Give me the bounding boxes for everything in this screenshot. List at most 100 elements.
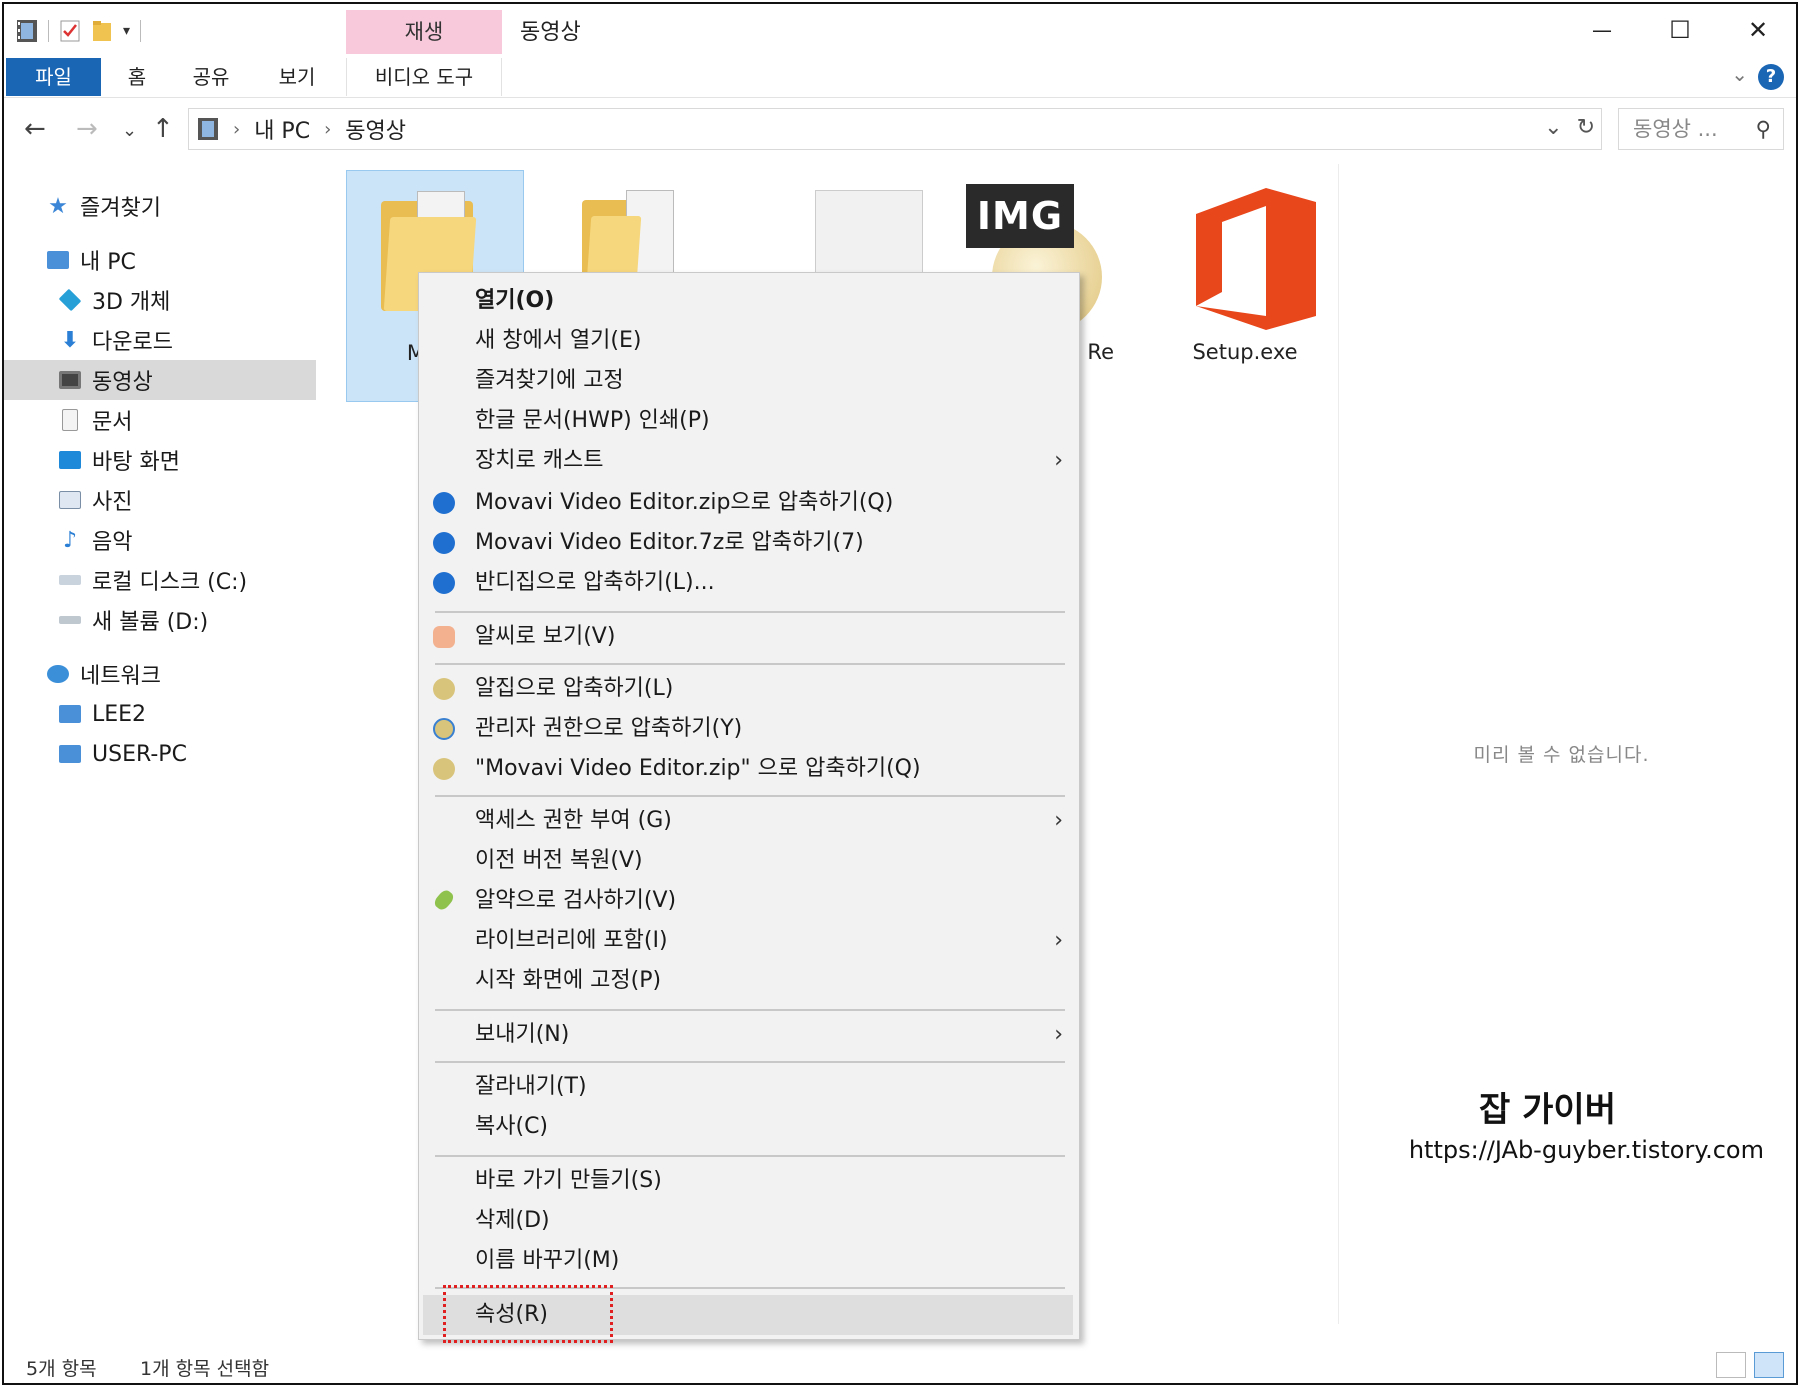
address-dropdown-icon[interactable]: ⌄ xyxy=(1544,115,1562,140)
large-icons-view-icon[interactable] xyxy=(1754,1352,1784,1378)
contextual-tab-play[interactable]: 재생 xyxy=(346,10,502,54)
refresh-icon[interactable]: ↻ xyxy=(1577,115,1595,140)
new-folder-icon[interactable] xyxy=(91,19,113,43)
desktop-icon xyxy=(56,446,84,474)
nav-videos[interactable]: 동영상 xyxy=(4,360,316,400)
nav-3d-objects[interactable]: 3D 개체 xyxy=(4,280,316,320)
menu-item-alzip-admin[interactable]: 관리자 권한으로 압축하기(Y) xyxy=(419,709,1079,749)
nav-label: 바탕 화면 xyxy=(92,450,180,475)
menu-separator xyxy=(435,795,1065,797)
ribbon-expand-icon[interactable]: ⌄ xyxy=(1731,62,1748,86)
nav-network-lee2[interactable]: LEE2 xyxy=(4,694,316,734)
close-icon: ✕ xyxy=(1747,16,1769,44)
menu-item-hwp-print[interactable]: 한글 문서(HWP) 인쇄(P) xyxy=(419,401,1079,441)
minimize-icon: — xyxy=(1592,18,1612,42)
menu-item-include-library[interactable]: 라이브러리에 포함(I) › xyxy=(419,921,1079,961)
nav-desktop[interactable]: 바탕 화면 xyxy=(4,440,316,480)
details-view-icon[interactable] xyxy=(1716,1352,1746,1378)
menu-item-create-shortcut[interactable]: 바로 가기 만들기(S) xyxy=(419,1161,1079,1201)
nav-label: 문서 xyxy=(92,410,133,435)
video-folder-icon xyxy=(198,118,218,140)
tab-file[interactable]: 파일 xyxy=(6,58,101,96)
minimize-button[interactable]: — xyxy=(1572,10,1632,50)
forward-arrow-icon[interactable]: → xyxy=(76,114,98,144)
menu-item-bandizip-zip[interactable]: Movavi Video Editor.zip으로 압축하기(Q) xyxy=(419,483,1079,523)
menu-item-alzip-zip[interactable]: "Movavi Video Editor.zip" 으로 압축하기(Q) xyxy=(419,749,1079,789)
search-placeholder: 동영상 ... xyxy=(1633,117,1718,141)
nav-label: 즐겨찾기 xyxy=(80,196,161,221)
file-item-setup-exe[interactable]: Setup.exe xyxy=(1156,170,1334,402)
menu-item-rename[interactable]: 이름 바꾸기(M) xyxy=(419,1241,1079,1281)
menu-item-pin-quick-access[interactable]: 즐겨찾기에 고정 xyxy=(419,361,1079,401)
menu-item-pin-start[interactable]: 시작 화면에 고정(P) xyxy=(419,961,1079,1001)
window-title: 동영상 xyxy=(520,20,581,45)
title-bar: ▾ 재생 동영상 — ☐ ✕ xyxy=(4,4,1796,58)
quick-access-toolbar: ▾ xyxy=(16,16,142,46)
nav-label: 새 볼륨 (D:) xyxy=(92,610,209,635)
menu-item-give-access[interactable]: 액세스 권한 부여 (G) › xyxy=(419,801,1079,841)
up-arrow-icon[interactable]: ↑ xyxy=(152,114,174,144)
menu-item-alzip-compress[interactable]: 알집으로 압축하기(L) xyxy=(419,669,1079,709)
menu-item-alsee-view[interactable]: 알씨로 보기(V) xyxy=(419,617,1079,657)
recent-locations-icon[interactable]: ⌄ xyxy=(122,120,137,141)
nav-label: 로컬 디스크 (C:) xyxy=(92,570,248,595)
breadcrumb-videos[interactable]: 동영상 xyxy=(345,113,406,145)
tab-share[interactable]: 공유 xyxy=(186,58,236,96)
watermark-brand: 잡 가이버 xyxy=(1479,1090,1616,1130)
tab-home[interactable]: 홈 xyxy=(116,58,158,96)
menu-item-open-new-window[interactable]: 새 창에서 열기(E) xyxy=(419,321,1079,361)
nav-music[interactable]: ♪ 음악 xyxy=(4,520,316,560)
nav-label: 동영상 xyxy=(92,370,153,395)
submenu-arrow-icon: › xyxy=(1054,928,1063,953)
menu-separator xyxy=(435,1155,1065,1157)
menu-separator xyxy=(435,611,1065,613)
computer-icon xyxy=(56,740,84,768)
menu-item-cut[interactable]: 잘라내기(T) xyxy=(419,1067,1079,1107)
menu-item-alyac-scan[interactable]: 알약으로 검사하기(V) xyxy=(419,881,1079,921)
close-button[interactable]: ✕ xyxy=(1728,10,1788,50)
nav-network-user-pc[interactable]: USER-PC xyxy=(4,734,316,774)
maximize-button[interactable]: ☐ xyxy=(1650,10,1710,50)
nav-pictures[interactable]: 사진 xyxy=(4,480,316,520)
nav-this-pc[interactable]: 내 PC xyxy=(4,240,316,280)
alsee-icon xyxy=(433,626,455,648)
menu-item-restore-versions[interactable]: 이전 버전 복원(V) xyxy=(419,841,1079,881)
menu-item-cast-to-device[interactable]: 장치로 캐스트 › xyxy=(419,441,1079,481)
search-box[interactable]: 동영상 ... ⚲ xyxy=(1618,108,1784,150)
tab-view[interactable]: 보기 xyxy=(272,58,322,96)
nav-favorites[interactable]: ★ 즐겨찾기 xyxy=(4,186,316,226)
menu-item-delete[interactable]: 삭제(D) xyxy=(419,1201,1079,1241)
tab-video-tools[interactable]: 비디오 도구 xyxy=(346,58,502,96)
help-icon[interactable]: ? xyxy=(1758,64,1784,90)
nav-network[interactable]: 네트워크 xyxy=(4,654,316,694)
nav-documents[interactable]: 문서 xyxy=(4,400,316,440)
menu-item-send-to[interactable]: 보내기(N) › xyxy=(419,1015,1079,1055)
nav-label: 네트워크 xyxy=(80,664,161,689)
status-item-count: 5개 항목 xyxy=(26,1358,97,1380)
picture-icon xyxy=(56,486,84,514)
bandizip-icon xyxy=(433,572,455,594)
nav-downloads[interactable]: ⬇ 다운로드 xyxy=(4,320,316,360)
menu-item-open[interactable]: 열기(O) xyxy=(419,281,1079,321)
status-selected: 1개 항목 선택함 xyxy=(140,1358,270,1380)
nav-label: 다운로드 xyxy=(92,330,173,355)
alzip-icon xyxy=(433,758,455,780)
menu-item-bandizip-compress[interactable]: 반디집으로 압축하기(L)... xyxy=(419,563,1079,603)
cube-icon xyxy=(56,286,84,314)
drive-icon xyxy=(56,606,84,634)
nav-local-disk-c[interactable]: 로컬 디스크 (C:) xyxy=(4,560,316,600)
context-menu: 열기(O) 새 창에서 열기(E) 즐겨찾기에 고정 한글 문서(HWP) 인쇄… xyxy=(418,272,1080,1343)
explorer-window: ▾ 재생 동영상 — ☐ ✕ 파일 홈 공유 보기 비디오 도구 ⌄ ? ← →… xyxy=(2,2,1798,1385)
breadcrumb-this-pc[interactable]: 내 PC xyxy=(254,113,310,145)
watermark-url: https://JAb-guyber.tistory.com xyxy=(1408,1136,1764,1164)
back-arrow-icon[interactable]: ← xyxy=(24,114,46,144)
star-icon: ★ xyxy=(48,193,68,219)
address-bar[interactable]: › 내 PC › 동영상 ⌄ ↻ xyxy=(188,108,1602,150)
menu-item-copy[interactable]: 복사(C) xyxy=(419,1107,1079,1147)
customize-dropdown-icon[interactable]: ▾ xyxy=(123,23,130,39)
properties-icon[interactable] xyxy=(59,19,81,43)
menu-item-bandizip-7z[interactable]: Movavi Video Editor.7z로 압축하기(7) xyxy=(419,523,1079,563)
office-logo-icon xyxy=(1196,188,1316,330)
nav-label: 음악 xyxy=(92,530,133,555)
nav-volume-d[interactable]: 새 볼륨 (D:) xyxy=(4,600,316,640)
